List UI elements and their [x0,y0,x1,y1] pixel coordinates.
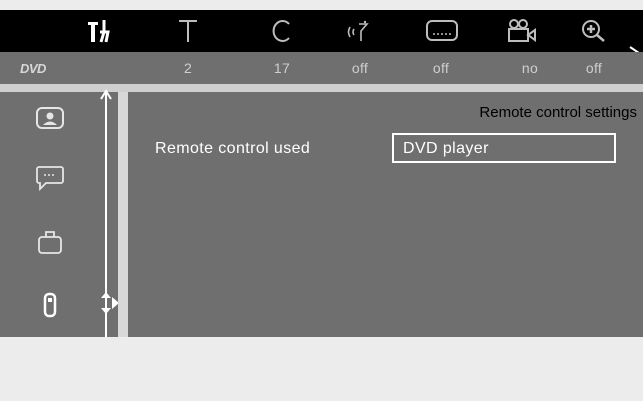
setting-label: Remote control used [155,140,311,157]
value-chapter: 17 [273,60,291,76]
speech-bubble-icon[interactable] [30,161,70,195]
value-audio: off [351,60,369,76]
bottom-area [0,337,643,401]
dvd-logo: DVD [20,61,46,76]
remote-control-select[interactable]: DVD player [392,133,616,163]
remote-control-icon[interactable] [30,288,70,322]
value-subtitle: off [432,60,450,76]
tools-icon[interactable] [80,14,120,48]
person-icon[interactable] [30,102,70,136]
clock-icon[interactable] [262,14,302,48]
value-title: 2 [183,60,193,76]
camera-icon[interactable] [502,14,542,48]
value-angle: no [521,60,539,76]
status-value-bar: DVD 2 17 off off no off [0,52,643,84]
settings-panel: Remote control settings Remote control u… [138,92,643,337]
panel-title: Remote control settings [479,104,637,121]
dvd-settings-screen: DVD 2 17 off off no off Remote control s [0,0,643,401]
value-zoom: off [585,60,603,76]
subtitle-icon[interactable] [422,14,462,48]
zoom-icon[interactable] [574,14,614,48]
panel-gutter [128,92,138,337]
audio-icon[interactable] [338,14,378,48]
briefcase-icon[interactable] [30,225,70,259]
menu-gutter [118,92,128,337]
text-icon[interactable] [168,14,208,48]
